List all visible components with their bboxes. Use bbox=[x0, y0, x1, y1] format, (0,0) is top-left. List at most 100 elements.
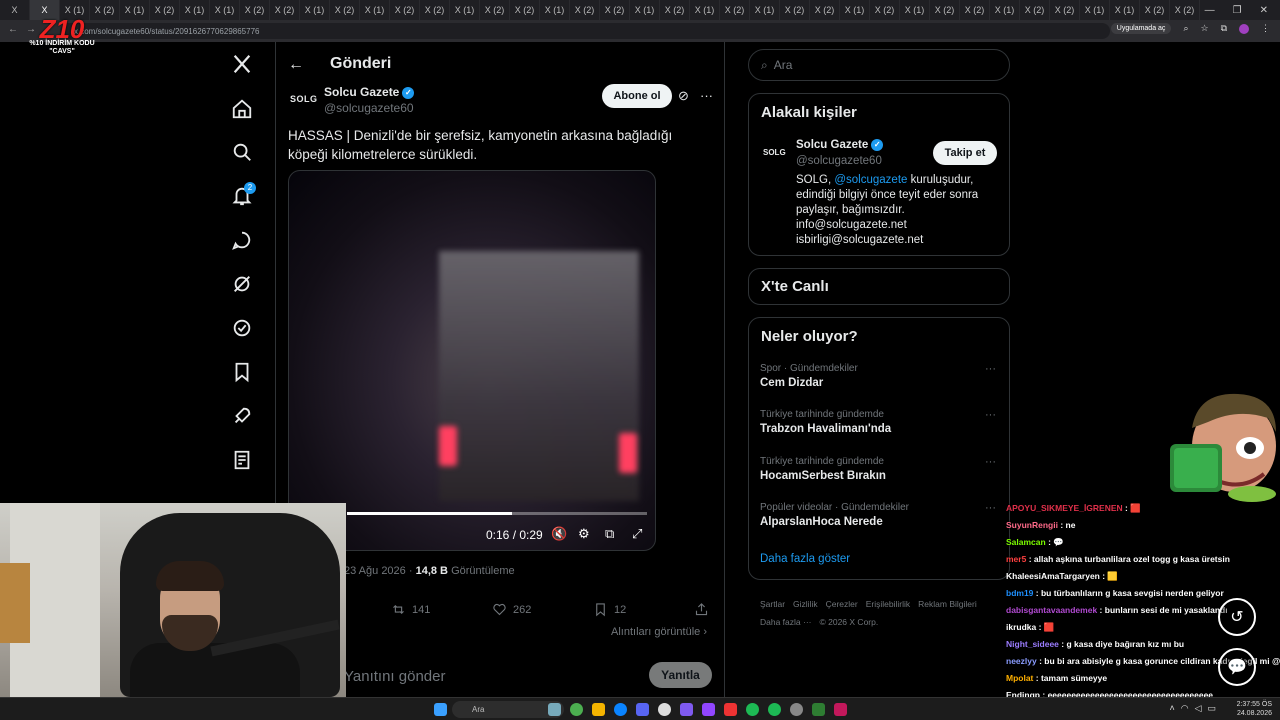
fullscreen-icon[interactable]: ⤢ bbox=[632, 526, 642, 542]
verified-orgs-icon[interactable] bbox=[228, 314, 256, 342]
back-arrow-icon[interactable]: ← bbox=[288, 56, 304, 74]
spotify-icon[interactable] bbox=[746, 703, 759, 716]
browser-tab[interactable]: X (2) bbox=[240, 0, 270, 20]
browser-tab[interactable]: X (1) bbox=[1110, 0, 1140, 20]
trend-item[interactable]: Türkiye tarihinde gündemde Trabzon Havali… bbox=[760, 409, 1000, 435]
author-name-row[interactable]: Solcu Gazete ✓ bbox=[324, 85, 415, 99]
grok-explain-icon[interactable]: ⊘ bbox=[678, 88, 689, 104]
trend-more-icon[interactable]: ··· bbox=[985, 409, 996, 421]
restore-icon[interactable]: ❐ bbox=[1233, 5, 1242, 16]
author-avatar[interactable]: SOLG bbox=[290, 94, 318, 104]
footer-link[interactable]: Erişilebilirlik bbox=[866, 595, 910, 613]
chevron-up-icon[interactable]: ˄ bbox=[1169, 703, 1174, 714]
browser-tab[interactable]: X (1) bbox=[1080, 0, 1110, 20]
zoom-icon[interactable]: ⌕ bbox=[1183, 23, 1188, 34]
obs-icon[interactable] bbox=[680, 703, 693, 716]
browser-tab[interactable]: X (2) bbox=[780, 0, 810, 20]
app-icon[interactable] bbox=[790, 703, 803, 716]
app-icon[interactable] bbox=[724, 703, 737, 716]
open-in-app-pill[interactable]: Uygulamada aç bbox=[1110, 23, 1172, 34]
footer-link[interactable]: Daha fazla ··· bbox=[760, 613, 812, 631]
repost-button[interactable]: 141 bbox=[391, 602, 430, 617]
star-icon[interactable]: ☆ bbox=[1200, 23, 1208, 34]
close-icon[interactable]: ✕ bbox=[1260, 5, 1268, 16]
chat-username[interactable]: Night_sideee bbox=[1006, 639, 1059, 649]
profile-avatar[interactable] bbox=[1239, 23, 1249, 34]
browser-tab[interactable]: X (2) bbox=[420, 0, 450, 20]
battery-icon[interactable]: ▭ bbox=[1207, 703, 1216, 714]
browser-tab[interactable]: X (2) bbox=[570, 0, 600, 20]
browser-tab[interactable]: X (1) bbox=[990, 0, 1020, 20]
browser-tab[interactable]: X (1) bbox=[840, 0, 870, 20]
trend-item[interactable]: Popüler videolar · Gündemdekiler Alparsla… bbox=[760, 502, 1000, 528]
live-on-x-card[interactable]: X'te Canlı bbox=[748, 268, 1010, 305]
chat-username[interactable]: Mpolat bbox=[1006, 673, 1033, 683]
chat-username[interactable]: dabisgantavaandemek bbox=[1006, 605, 1097, 615]
home-icon[interactable] bbox=[228, 95, 256, 123]
browser-tab[interactable]: X (2) bbox=[810, 0, 840, 20]
trend-more-icon[interactable]: ··· bbox=[985, 456, 996, 468]
chat-username[interactable]: neezlyy bbox=[1006, 656, 1037, 666]
spotify-icon[interactable] bbox=[768, 703, 781, 716]
jobs-rocket-icon[interactable] bbox=[228, 402, 256, 430]
browser-tab[interactable]: X (2) bbox=[510, 0, 540, 20]
browser-tab[interactable]: X (2) bbox=[1020, 0, 1050, 20]
author-handle[interactable]: @solcugazete60 bbox=[324, 101, 414, 115]
share-button[interactable] bbox=[694, 602, 709, 617]
picture-in-picture-icon[interactable]: ⧉ bbox=[605, 526, 614, 542]
chat-bubble-icon[interactable]: 💬 bbox=[1218, 648, 1256, 686]
browser-tab[interactable]: X (1) bbox=[630, 0, 660, 20]
show-more-link[interactable]: Daha fazla göster bbox=[760, 553, 850, 565]
app-icon[interactable] bbox=[834, 703, 847, 716]
menu-icon[interactable]: ⋮ bbox=[1261, 23, 1270, 34]
explore-search-icon[interactable] bbox=[228, 138, 256, 166]
grok-icon[interactable] bbox=[228, 270, 256, 298]
browser-tab[interactable]: X (2) bbox=[90, 0, 120, 20]
minimize-icon[interactable]: — bbox=[1205, 5, 1215, 16]
browser-tab[interactable]: X (2) bbox=[1050, 0, 1080, 20]
search-box[interactable]: ⌕ Ara bbox=[748, 49, 1010, 81]
browser-tab[interactable]: X (2) bbox=[330, 0, 360, 20]
video-player[interactable]: 0:16 / 0:29 🔇 ⚙ ⧉ ⤢ bbox=[288, 170, 656, 551]
browser-tab[interactable]: X (2) bbox=[720, 0, 750, 20]
twitch-icon[interactable] bbox=[702, 703, 715, 716]
browser-tab[interactable]: X (1) bbox=[120, 0, 150, 20]
browser-tab[interactable]: X (1) bbox=[540, 0, 570, 20]
bio-mention-link[interactable]: @solcugazete bbox=[834, 174, 907, 186]
reply-button[interactable]: Yanıtla bbox=[649, 662, 712, 688]
settings-gear-icon[interactable]: ⚙ bbox=[578, 526, 590, 542]
x-logo-icon[interactable] bbox=[228, 50, 256, 78]
related-avatar[interactable]: SOLG bbox=[763, 148, 786, 157]
wifi-icon[interactable]: ◠ bbox=[1181, 703, 1189, 714]
chat-username[interactable]: KhaleesiAmaTargaryen bbox=[1006, 571, 1100, 581]
footer-link[interactable]: Şartlar bbox=[760, 595, 785, 613]
footer-link[interactable]: © 2026 X Corp. bbox=[820, 613, 879, 631]
browser-tab[interactable]: X (1) bbox=[180, 0, 210, 20]
browser-tab[interactable]: X (2) bbox=[270, 0, 300, 20]
explorer-icon[interactable] bbox=[592, 703, 605, 716]
extensions-icon[interactable]: ⧉ bbox=[1221, 23, 1227, 34]
browser-tab[interactable]: X (2) bbox=[480, 0, 510, 20]
footer-link[interactable]: Gizlilik bbox=[793, 595, 818, 613]
chat-reply-icon[interactable]: ↺ bbox=[1218, 598, 1256, 636]
browser-tab[interactable]: X (2) bbox=[870, 0, 900, 20]
browser-tab[interactable]: X (2) bbox=[960, 0, 990, 20]
browser-tab[interactable]: X (2) bbox=[660, 0, 690, 20]
bookmarks-icon[interactable] bbox=[228, 358, 256, 386]
related-name-row[interactable]: Solcu Gazete ✓ bbox=[796, 139, 884, 151]
browser-tab[interactable]: X (2) bbox=[1140, 0, 1170, 20]
browser-tab[interactable]: X (2) bbox=[150, 0, 180, 20]
video-progress-bar[interactable] bbox=[347, 512, 647, 515]
discord-icon[interactable] bbox=[636, 703, 649, 716]
footer-link[interactable]: Reklam Bilgileri bbox=[918, 595, 977, 613]
browser-tab[interactable]: X (2) bbox=[1170, 0, 1200, 20]
chat-username[interactable]: mer5 bbox=[1006, 554, 1026, 564]
chrome-icon[interactable] bbox=[570, 703, 583, 716]
browser-tab[interactable]: X bbox=[0, 0, 30, 20]
chat-username[interactable]: bdm19 bbox=[1006, 588, 1033, 598]
back-nav-icon[interactable]: ← bbox=[8, 24, 18, 35]
browser-tab[interactable]: X (1) bbox=[750, 0, 780, 20]
speaker-icon[interactable]: ◁ bbox=[1195, 703, 1202, 714]
browser-tab[interactable]: X (2) bbox=[930, 0, 960, 20]
browser-tab[interactable]: X (1) bbox=[690, 0, 720, 20]
